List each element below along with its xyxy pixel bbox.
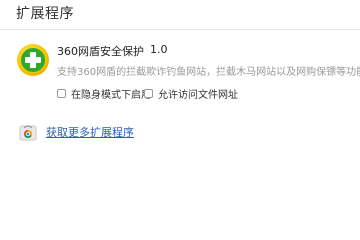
page-title: 扩展程序 [16,6,74,22]
get-more-extensions-link[interactable]: 获取更多扩展程序 [46,124,134,140]
file-access-checkbox[interactable] [144,89,153,98]
incognito-option[interactable]: 在隐身模式下启用 [57,86,151,101]
file-access-label: 允许访问文件网址 [158,90,238,101]
chrome-web-store-icon [19,125,37,141]
extension-description: 支持360网盾的拦截欺诈钓鱼网站，拦截木马网站以及网购保镖等功能。 [57,67,360,78]
extension-version: 1.0 [150,43,168,56]
incognito-checkbox[interactable] [57,89,66,98]
360-safe-guard-icon [17,44,49,76]
file-access-option[interactable]: 允许访问文件网址 [144,86,238,101]
title-divider [0,29,360,30]
extension-name: 360网盾安全保护 [57,45,144,58]
incognito-label: 在隐身模式下启用 [71,90,151,101]
